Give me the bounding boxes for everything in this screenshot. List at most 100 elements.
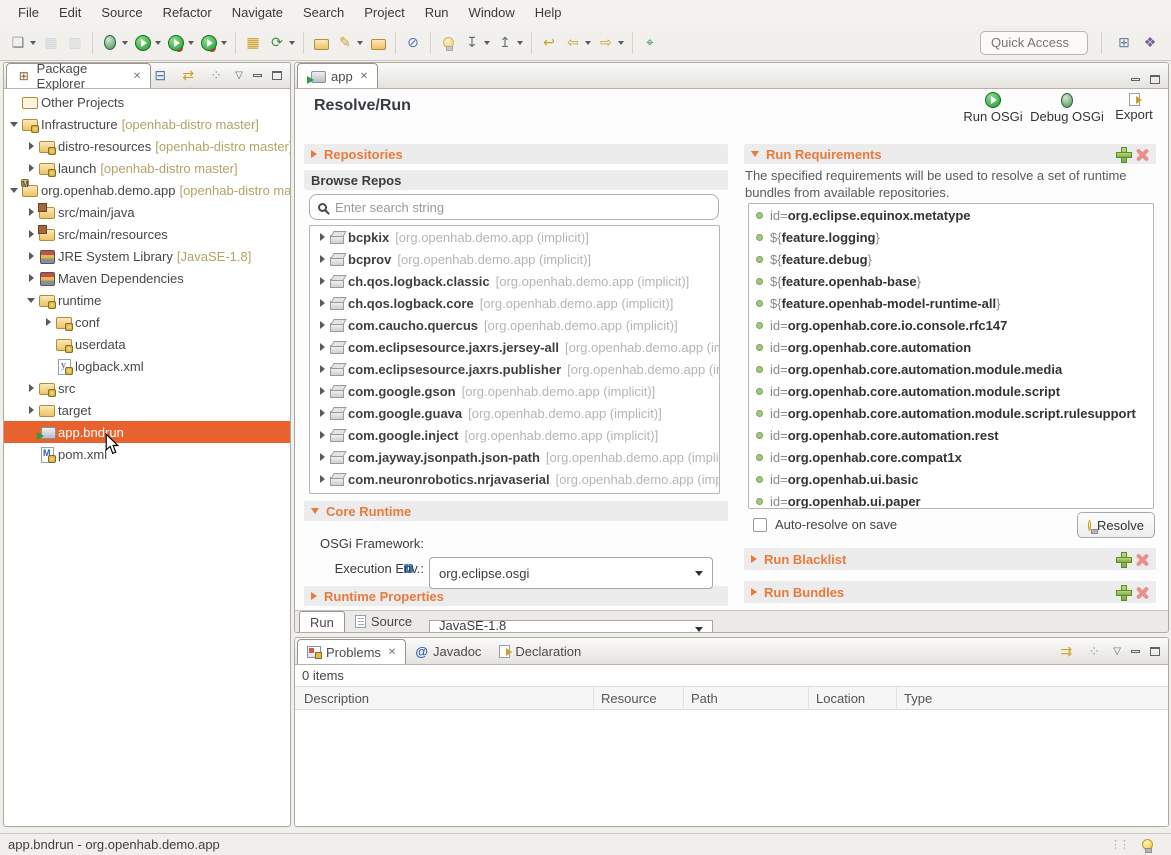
tree-item-userdata[interactable]: userdata	[4, 333, 290, 355]
section-run-blacklist[interactable]: Run Blacklist	[744, 548, 1156, 570]
tab-problems[interactable]: Problems ✕	[297, 639, 406, 664]
run-button[interactable]	[132, 31, 163, 55]
twistie-expanded-icon[interactable]	[25, 298, 37, 303]
tree-item-launch[interactable]: launch[openhab-distro master]	[4, 157, 290, 179]
next-annotation-button[interactable]	[461, 31, 492, 55]
new-wizard-button[interactable]	[7, 31, 38, 55]
twistie-collapsed-icon[interactable]	[25, 164, 37, 172]
save-button[interactable]	[40, 31, 62, 55]
pin-editor-button[interactable]	[639, 31, 661, 55]
tree-item-pom-xml[interactable]: Mpom.xml	[4, 443, 290, 465]
osgi-framework-combo[interactable]: org.eclipse.osgi	[429, 557, 713, 589]
open-resource-button[interactable]	[367, 31, 389, 55]
run-osgi-button[interactable]: Run OSGi	[962, 91, 1024, 124]
menu-search[interactable]: Search	[293, 5, 354, 20]
twistie-collapsed-icon[interactable]	[316, 343, 328, 351]
tree-item-other-projects[interactable]: Other Projects	[4, 91, 290, 113]
collapse-all-icon[interactable]	[151, 66, 169, 84]
previous-annotation-button[interactable]	[494, 31, 525, 55]
focus-on-active-task-icon[interactable]	[1057, 642, 1075, 660]
twistie-collapsed-icon[interactable]	[316, 365, 328, 373]
maximize-icon[interactable]	[1150, 647, 1160, 656]
lightbulb-button[interactable]	[437, 31, 459, 55]
twistie-collapsed-icon[interactable]	[316, 233, 328, 241]
section-run-bundles[interactable]: Run Bundles	[744, 581, 1156, 603]
dropdown-arrow-icon[interactable]	[289, 41, 295, 45]
tree-item-src[interactable]: src	[4, 377, 290, 399]
remove-blacklist-icon[interactable]	[1136, 553, 1149, 566]
repo-item-com-jayway-jsonpath-json-path[interactable]: com.jayway.jsonpath.json-path[org.openha…	[310, 446, 719, 468]
save-all-button[interactable]	[64, 31, 86, 55]
repo-item-com-eclipsesource-jaxrs-publisher[interactable]: com.eclipsesource.jaxrs.publisher[org.op…	[310, 358, 719, 380]
add-requirement-icon[interactable]	[1116, 147, 1130, 161]
twistie-collapsed-icon[interactable]	[316, 475, 328, 483]
menu-help[interactable]: Help	[525, 5, 572, 20]
maximize-icon[interactable]	[1150, 75, 1160, 84]
menu-refactor[interactable]: Refactor	[153, 5, 222, 20]
coverage-button[interactable]	[165, 31, 196, 55]
add-bundle-icon[interactable]	[1116, 585, 1130, 599]
tree-item-conf[interactable]: conf	[4, 311, 290, 333]
twistie-collapsed-icon[interactable]	[316, 409, 328, 417]
toggle-mark-occurrences-button[interactable]	[402, 31, 424, 55]
requirement-item-feature-openhab-model-runtime-all[interactable]: ${feature.openhab-model-runtime-all}	[749, 292, 1153, 314]
twistie-collapsed-icon[interactable]	[25, 406, 37, 414]
twistie-collapsed-icon[interactable]	[25, 274, 37, 282]
twistie-collapsed-icon[interactable]	[316, 277, 328, 285]
twistie-collapsed-icon[interactable]	[316, 321, 328, 329]
filters-icon[interactable]	[1085, 642, 1103, 660]
repo-item-bcprov[interactable]: bcprov[org.openhab.demo.app (implicit)]	[310, 248, 719, 270]
menu-window[interactable]: Window	[459, 5, 525, 20]
close-icon[interactable]: ✕	[388, 647, 396, 658]
minimize-icon[interactable]	[1131, 78, 1140, 81]
requirement-item-org-openhab-core-compat1x[interactable]: id=org.openhab.core.compat1x	[749, 446, 1153, 468]
requirement-item-org-eclipse-equinox-metatype[interactable]: id=org.eclipse.equinox.metatype	[749, 204, 1153, 226]
menu-edit[interactable]: Edit	[49, 5, 91, 20]
repo-item-ch-qos-logback-classic[interactable]: ch.qos.logback.classic[org.openhab.demo.…	[310, 270, 719, 292]
twistie-collapsed-icon[interactable]	[316, 299, 328, 307]
minimize-icon[interactable]	[1131, 650, 1140, 653]
back-button[interactable]	[562, 31, 593, 55]
search-wand-button[interactable]	[334, 31, 365, 55]
requirement-item-org-openhab-core-automation-rest[interactable]: id=org.openhab.core.automation.rest	[749, 424, 1153, 446]
twistie-collapsed-icon[interactable]	[42, 318, 54, 326]
close-icon[interactable]: ✕	[133, 71, 141, 82]
dropdown-arrow-icon[interactable]	[188, 41, 194, 45]
repo-item-com-neuronrobotics-nrjavaserial[interactable]: com.neuronrobotics.nrjavaserial[org.open…	[310, 468, 719, 490]
tree-item-src-main-resources[interactable]: src/main/resources	[4, 223, 290, 245]
tree-item-org-openhab-demo-app[interactable]: org.openhab.demo.app[openhab-distro mast…	[4, 179, 290, 201]
twistie-collapsed-icon[interactable]	[25, 230, 37, 238]
tree-item-logback-xml[interactable]: ylogback.xml	[4, 355, 290, 377]
repo-item-com-google-gson[interactable]: com.google.gson[org.openhab.demo.app (im…	[310, 380, 719, 402]
tree-item-maven-dependencies[interactable]: Maven Dependencies	[4, 267, 290, 289]
column-path[interactable]: Path	[691, 691, 718, 706]
remove-bundle-icon[interactable]	[1136, 586, 1149, 599]
column-type[interactable]: Type	[904, 691, 932, 706]
close-icon[interactable]: ✕	[360, 71, 368, 82]
dropdown-arrow-icon[interactable]	[122, 41, 128, 45]
twistie-collapsed-icon[interactable]	[25, 252, 37, 260]
repo-item-com-caucho-quercus[interactable]: com.caucho.quercus[org.openhab.demo.app …	[310, 314, 719, 336]
section-repositories[interactable]: Repositories	[304, 144, 728, 164]
requirement-item-org-openhab-core-automation-module-script[interactable]: id=org.openhab.core.automation.module.sc…	[749, 380, 1153, 402]
requirement-item-org-openhab-ui-paper[interactable]: id=org.openhab.ui.paper	[749, 490, 1153, 509]
link-with-editor-icon[interactable]	[179, 66, 197, 84]
debug-button[interactable]	[99, 31, 130, 55]
menu-file[interactable]: File	[8, 5, 49, 20]
quick-access-input[interactable]	[980, 31, 1088, 55]
tree-item-src-main-java[interactable]: src/main/java	[4, 201, 290, 223]
update-site-button[interactable]	[266, 31, 297, 55]
requirement-item-org-openhab-core-automation-module-script-rulesupport[interactable]: id=org.openhab.core.automation.module.sc…	[749, 402, 1153, 424]
menu-source[interactable]: Source	[91, 5, 152, 20]
tree-item-infrastructure[interactable]: Infrastructure[openhab-distro master]	[4, 113, 290, 135]
add-blacklist-icon[interactable]	[1116, 552, 1130, 566]
repo-item-com-eclipsesource-jaxrs-jersey-all[interactable]: com.eclipsesource.jaxrs.jersey-all[org.o…	[310, 336, 719, 358]
requirement-item-org-openhab-core-automation[interactable]: id=org.openhab.core.automation	[749, 336, 1153, 358]
tree-item-runtime[interactable]: runtime	[4, 289, 290, 311]
dropdown-arrow-icon[interactable]	[357, 41, 363, 45]
repo-item-ch-qos-logback-core[interactable]: ch.qos.logback.core[org.openhab.demo.app…	[310, 292, 719, 314]
java-perspective-icon[interactable]	[1141, 34, 1159, 52]
twistie-collapsed-icon[interactable]	[25, 208, 37, 216]
tree-item-jre-system-library[interactable]: JRE System Library[JavaSE-1.8]	[4, 245, 290, 267]
tab-javadoc[interactable]: @ Javadoc	[406, 639, 490, 664]
